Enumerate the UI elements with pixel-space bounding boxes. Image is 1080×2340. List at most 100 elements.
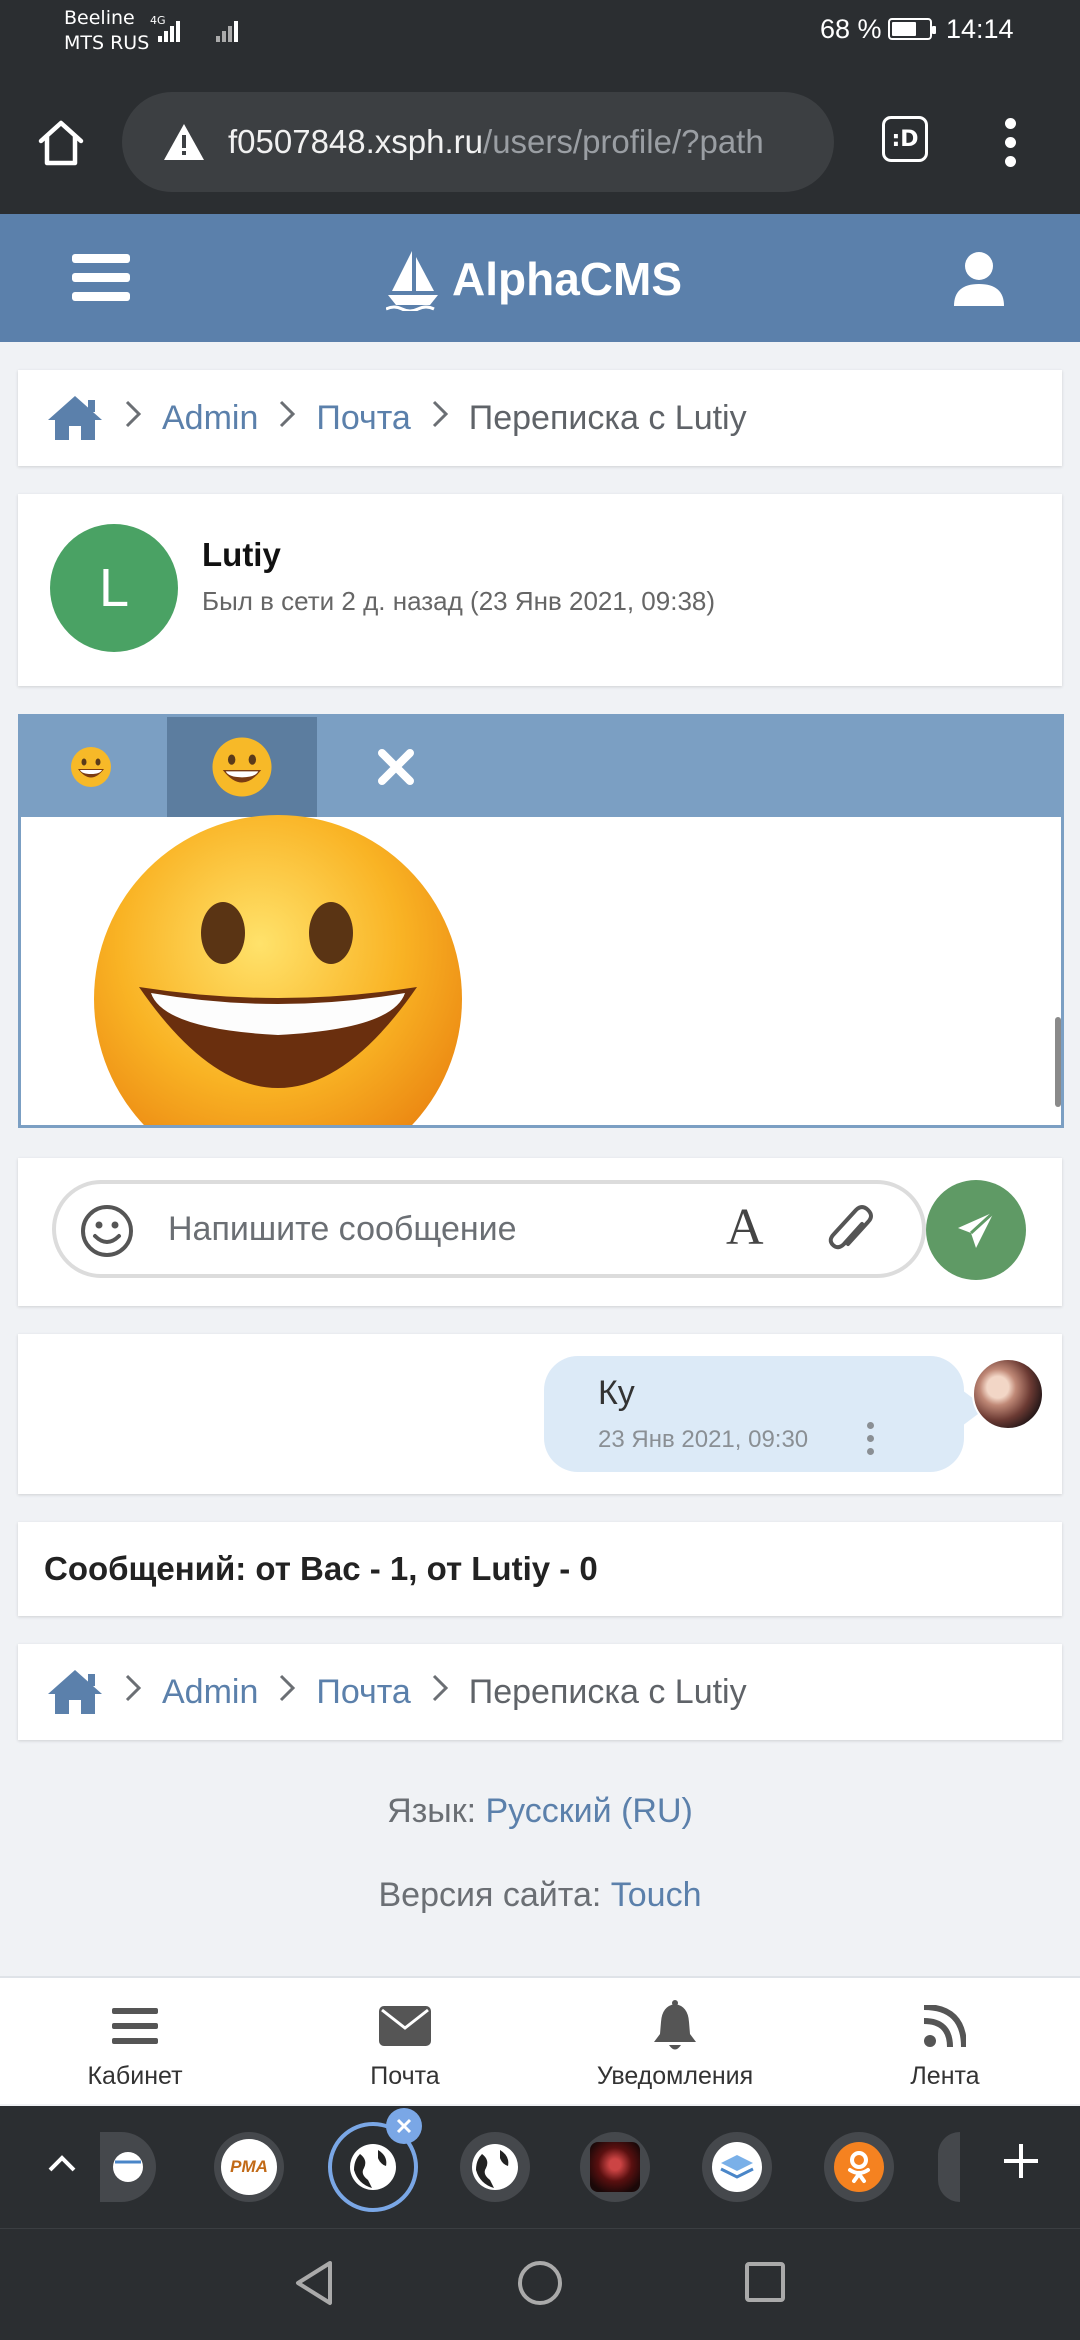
language-link[interactable]: Русский (RU) — [486, 1792, 693, 1830]
breadcrumb-current: Переписка с Lutiy — [468, 1672, 747, 1711]
layers-icon — [712, 2142, 762, 2192]
bell-icon — [654, 2000, 696, 2050]
plus-icon[interactable] — [1000, 2140, 1042, 2182]
message-menu-icon[interactable] — [864, 1422, 876, 1456]
bottom-nav: Кабинет Почта Уведомления Лента — [0, 1976, 1080, 2104]
browser-tab[interactable] — [460, 2132, 530, 2202]
nav-feed[interactable]: Лента — [810, 1978, 1080, 2104]
back-icon[interactable] — [292, 2259, 336, 2307]
chevron-right-icon — [278, 1673, 296, 1712]
menu-icon[interactable] — [72, 254, 132, 302]
url-host: f0507848.xsph.ru — [228, 123, 484, 160]
url-bar[interactable]: f0507848.xsph.ru/users/profile/?path — [122, 92, 834, 192]
scrollbar[interactable] — [1055, 1017, 1061, 1107]
grin-emoji-icon — [71, 747, 111, 787]
browser-tab-layers[interactable] — [702, 2132, 772, 2202]
chevron-right-icon — [431, 399, 449, 438]
contact-status: Был в сети 2 д. назад (23 Янв 2021, 09:3… — [202, 586, 716, 616]
breadcrumb-admin[interactable]: Admin — [162, 399, 258, 438]
recents-icon[interactable] — [744, 2261, 786, 2303]
tabs-button[interactable]: :D — [882, 116, 928, 162]
breadcrumb-mail[interactable]: Почта — [316, 399, 410, 438]
chevron-right-icon — [278, 399, 296, 438]
envelope-icon — [379, 2006, 431, 2046]
close-tab-icon[interactable] — [386, 2108, 422, 2144]
version-link[interactable]: Touch — [611, 1876, 702, 1914]
breadcrumb-mail[interactable]: Почта — [316, 1673, 410, 1712]
version-line: Версия сайта: Touch — [0, 1876, 1080, 1915]
message-bubble[interactable]: Ку 23 Янв 2021, 09:30 — [544, 1356, 986, 1472]
status-bar: Beeline MTS RUS 4G 68 % 14:14 — [0, 0, 1080, 62]
chevron-up-icon[interactable] — [44, 2146, 80, 2182]
url-path: /users/profile/?path — [483, 123, 764, 160]
smile-panel — [18, 714, 1064, 1128]
nav-cabinet[interactable]: Кабинет — [0, 1978, 270, 2104]
chevron-right-icon — [124, 399, 142, 438]
carrier-1: Beeline — [64, 7, 135, 29]
nav-label: Лента — [910, 2062, 980, 2090]
signal-icon — [158, 18, 188, 42]
grin-emoji-large[interactable] — [93, 809, 463, 1125]
battery-icon — [888, 18, 936, 40]
chevron-right-icon — [124, 1673, 142, 1712]
text-format-icon[interactable]: A — [726, 1198, 764, 1258]
message-input[interactable] — [168, 1202, 688, 1256]
chevron-right-icon — [431, 1673, 449, 1712]
pma-logo: PMA — [230, 2157, 268, 2176]
nav-mail[interactable]: Почта — [270, 1978, 540, 2104]
avatar[interactable] — [972, 1358, 1044, 1430]
site-name: AlphaCMS — [452, 253, 682, 305]
breadcrumb-bottom: Admin Почта Переписка с Lutiy — [18, 1644, 1062, 1740]
browser-tab-strip: PMA — [0, 2106, 1080, 2228]
stats-text: Сообщений: от Вас - 1, от Lutiy - 0 — [44, 1550, 598, 1587]
breadcrumb-admin[interactable]: Admin — [162, 1673, 258, 1712]
send-button[interactable] — [926, 1180, 1026, 1280]
list-icon — [112, 2008, 158, 2044]
home-icon — [38, 120, 84, 166]
contact-card: L Lutiy Был в сети 2 д. назад (23 Янв 20… — [18, 494, 1062, 686]
nav-label: Почта — [370, 2062, 440, 2090]
smile-tab-small[interactable] — [21, 717, 161, 817]
site-logo[interactable]: AlphaCMS — [386, 244, 682, 314]
smile-tab-large[interactable] — [167, 717, 317, 817]
home-icon[interactable] — [46, 394, 104, 442]
smile-icon[interactable] — [80, 1204, 134, 1258]
signal-icon-2 — [216, 18, 246, 42]
home-icon[interactable] — [46, 1668, 104, 1716]
compose-card: A — [18, 1158, 1062, 1306]
home-button[interactable] — [30, 112, 92, 174]
battery-percent: 68 % — [820, 14, 882, 44]
user-icon[interactable] — [952, 250, 1006, 308]
more-menu-icon[interactable] — [996, 118, 1026, 168]
home-circle-icon[interactable] — [516, 2259, 564, 2307]
breadcrumb-current: Переписка с Lutiy — [468, 398, 747, 437]
message-stats: Сообщений: от Вас - 1, от Lutiy - 0 — [18, 1522, 1062, 1616]
browser-tab-pma[interactable]: PMA — [214, 2132, 284, 2202]
warning-icon[interactable] — [162, 122, 206, 162]
globe-icon — [472, 2144, 518, 2190]
site-header: AlphaCMS — [0, 214, 1080, 342]
close-icon[interactable] — [341, 717, 451, 817]
avatar[interactable]: L — [50, 524, 178, 652]
globe-icon — [350, 2144, 396, 2190]
breadcrumb: Admin Почта Переписка с Lutiy — [18, 370, 1062, 466]
nav-notifications[interactable]: Уведомления — [540, 1978, 810, 2104]
contact-name[interactable]: Lutiy — [202, 536, 281, 574]
language-label: Язык: — [387, 1792, 477, 1830]
paperclip-icon[interactable] — [826, 1202, 876, 1258]
nav-label: Уведомления — [596, 2062, 754, 2090]
nav-label: Кабинет — [87, 2062, 183, 2090]
rss-icon — [924, 2005, 966, 2047]
message-time: 23 Янв 2021, 09:30 — [598, 1426, 809, 1453]
url-text[interactable]: f0507848.xsph.ru/users/profile/?path — [228, 118, 808, 168]
clock: 14:14 — [946, 14, 1014, 44]
browser-toolbar: f0507848.xsph.ru/users/profile/?path :D — [0, 62, 1080, 214]
message-list: Ку 23 Янв 2021, 09:30 — [18, 1334, 1062, 1494]
odnoklassniki-icon — [834, 2142, 884, 2192]
browser-tab-ok[interactable] — [824, 2132, 894, 2202]
browser-tab[interactable] — [100, 2132, 156, 2202]
globe-icon — [113, 2152, 143, 2182]
browser-tab[interactable] — [938, 2132, 960, 2202]
sailboat-icon — [386, 251, 438, 311]
browser-tab-game[interactable] — [580, 2132, 650, 2202]
